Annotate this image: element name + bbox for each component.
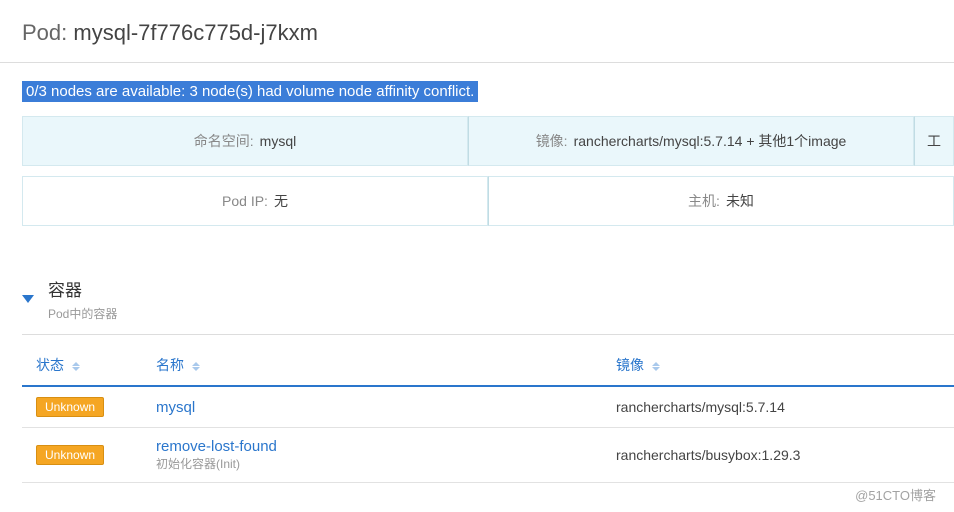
image-card[interactable]: 镜像: ranchercharts/mysql:5.7.14 + 其他1个ima…	[468, 116, 914, 166]
page-title: Pod: mysql-7f776c775d-j7kxm	[0, 0, 954, 63]
caret-down-icon	[22, 295, 34, 303]
namespace-value: mysql	[260, 133, 297, 149]
image-value: ranchercharts/mysql:5.7.14 + 其他1个image	[574, 131, 847, 151]
container-image: ranchercharts/mysql:5.7.14	[602, 386, 954, 428]
col-image[interactable]: 镜像	[602, 345, 954, 386]
info-row-1: 命名空间: mysql 镜像: ranchercharts/mysql:5.7.…	[22, 116, 954, 166]
watermark: @51CTO博客	[855, 485, 936, 504]
namespace-card[interactable]: 命名空间: mysql	[22, 116, 468, 166]
section-subtitle: Pod中的容器	[48, 305, 117, 322]
col-image-label: 镜像	[616, 357, 644, 373]
container-subtext: 初始化容器(Init)	[156, 455, 588, 472]
container-name-link[interactable]: mysql	[156, 399, 195, 416]
containers-section: 容器 Pod中的容器 状态 名称 镜像 U	[22, 276, 954, 483]
table-row[interactable]: Unknown mysql ranchercharts/mysql:5.7.14	[22, 386, 954, 428]
status-badge: Unknown	[36, 397, 104, 417]
col-name-label: 名称	[156, 357, 184, 373]
extra-card[interactable]: 工	[914, 116, 954, 166]
sort-icon	[652, 362, 660, 371]
image-label: 镜像:	[536, 131, 568, 151]
host-value: 未知	[726, 191, 754, 211]
section-header[interactable]: 容器 Pod中的容器	[22, 276, 954, 335]
page-title-label: Pod:	[22, 20, 67, 45]
status-badge: Unknown	[36, 445, 104, 465]
col-status[interactable]: 状态	[22, 345, 142, 386]
info-row-2: Pod IP: 无 主机: 未知	[22, 176, 954, 226]
podip-label: Pod IP:	[222, 193, 268, 209]
page-title-name: mysql-7f776c775d-j7kxm	[73, 20, 318, 45]
table-row[interactable]: Unknown remove-lost-found 初始化容器(Init) ra…	[22, 428, 954, 483]
podip-value: 无	[274, 191, 288, 211]
error-banner: 0/3 nodes are available: 3 node(s) had v…	[22, 81, 478, 102]
container-table: 状态 名称 镜像 Unknown mysql rancherchar	[22, 345, 954, 483]
host-label: 主机:	[688, 191, 720, 211]
extra-value: 工	[927, 131, 941, 151]
container-name-link[interactable]: remove-lost-found	[156, 438, 588, 455]
sort-icon	[72, 362, 80, 371]
col-name[interactable]: 名称	[142, 345, 602, 386]
col-status-label: 状态	[36, 357, 64, 373]
namespace-label: 命名空间:	[194, 131, 254, 151]
section-title: 容器	[48, 276, 117, 301]
host-card[interactable]: 主机: 未知	[488, 176, 954, 226]
sort-icon	[192, 362, 200, 371]
podip-card[interactable]: Pod IP: 无	[22, 176, 488, 226]
container-image: ranchercharts/busybox:1.29.3	[602, 428, 954, 483]
